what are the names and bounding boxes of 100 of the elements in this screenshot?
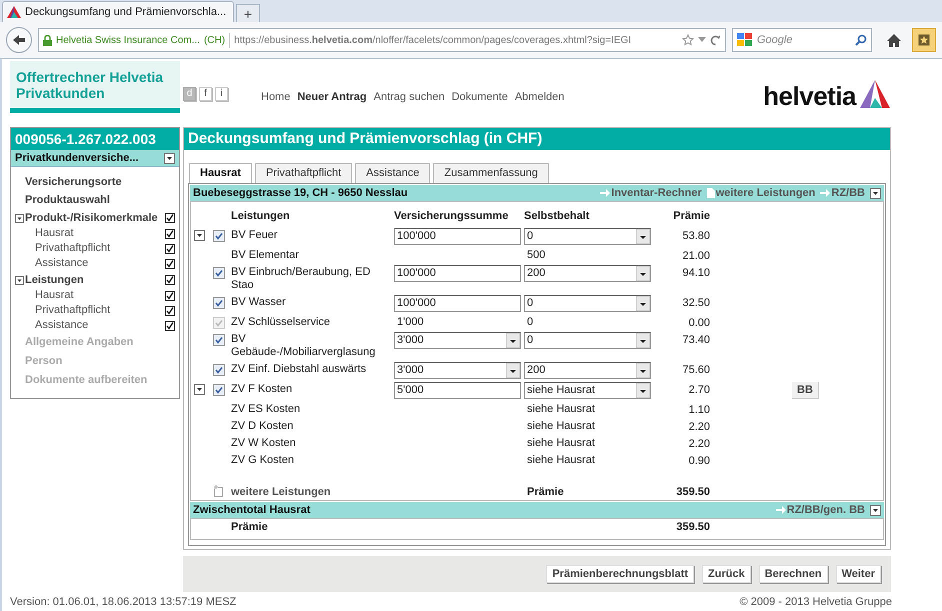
sidebar-item: Dokumente aufbereiten (24, 373, 148, 388)
nav-link[interactable]: Abmelden (514, 88, 564, 106)
action-button[interactable]: Zurück (702, 565, 751, 583)
app-title: Offertrechner Helvetia Privatkunden (16, 69, 164, 101)
premium-value: 21.00 (681, 248, 710, 262)
action-button[interactable]: Weiter (836, 565, 881, 583)
site-identity: Helvetia Swiss Insurance Com... (56, 34, 200, 48)
section-link[interactable]: weitere Leistungen (706, 184, 816, 202)
deductible-select[interactable]: siehe Hausrat (524, 382, 651, 398)
sum-insured-field[interactable]: 100'000 (394, 264, 521, 282)
sidebar-item: Person (24, 354, 64, 369)
deductible: siehe Hausrat (526, 418, 596, 432)
search-field[interactable]: Google (757, 32, 851, 48)
sum-insured-field[interactable]: 100'000 (394, 228, 521, 244)
deductible: 500 (526, 248, 546, 262)
action-button[interactable]: Prämienberechnungsblatt (546, 565, 694, 583)
new-tab-button[interactable]: + (236, 4, 260, 22)
sum-insured-select[interactable]: 3'000 (394, 362, 521, 378)
tab[interactable]: Privathaftpflicht (254, 163, 352, 183)
sidebar-subitem[interactable]: Assistance (35, 255, 165, 272)
deductible-select[interactable]: 0 (524, 228, 651, 244)
sum-insured-field[interactable]: 100'000 (394, 294, 521, 312)
section-link[interactable]: RZ/BB (820, 184, 865, 202)
tab-title: Deckungsumfang und Prämienvorschla... (25, 4, 226, 20)
address-bar[interactable]: Helvetia Swiss Insurance Com... (CH) https://ebusiness.helvetia.com/nloffer/facelets/common/pages/coverages.xhtml?sig=IEGI (38, 28, 726, 52)
sidebar-subitem[interactable]: Assistance (35, 317, 165, 334)
premium-value: 32.50 (681, 296, 710, 310)
deductible: siehe Hausrat (526, 436, 596, 450)
address-title: Buebeseggstrasse 19, CH - 9650 Nesslau (193, 186, 408, 201)
premium-value: 0.90 (688, 454, 710, 468)
coverage-name: BV Feuer (231, 228, 278, 242)
coverage-name: ZV Schlüsselservice (231, 314, 332, 328)
subtotal-title: Zwischentotal Hausrat (193, 502, 310, 518)
coverage-name: ZV ES Kosten (231, 402, 302, 416)
deductible: 0 (526, 314, 534, 328)
sidebar-subitem[interactable]: Privathaftpflicht (35, 240, 165, 257)
sum-insured-select[interactable]: 3'000 (394, 332, 521, 348)
coverage-name: ZV F Kosten (231, 382, 294, 396)
sidebar-item[interactable]: Produktauswahl (15, 191, 175, 209)
coverage-name: ZV G Kosten (231, 452, 295, 466)
search-bar[interactable]: Google (732, 28, 872, 52)
section-link[interactable]: RZ/BB/gen. BB (776, 502, 865, 518)
tab[interactable]: Assistance (355, 163, 430, 183)
sidebar-item[interactable]: Leistungen (25, 272, 165, 288)
site-country: (CH) (204, 32, 230, 48)
tab[interactable]: Zusammenfassung (433, 163, 549, 183)
premium-value: 1.10 (688, 402, 710, 416)
coverage-name: BV Elementar (231, 248, 300, 262)
premium-value: 2.20 (688, 420, 710, 434)
sum-insured: 1'000 (396, 314, 425, 328)
browser-tab[interactable]: Deckungsumfang und Prämienvorschla... (2, 1, 234, 22)
deductible-select[interactable]: 200 (524, 362, 651, 378)
more-services-link[interactable]: weitere Leistungen (231, 484, 394, 500)
premium-value: 53.80 (681, 228, 710, 242)
tab[interactable]: Hausrat (189, 163, 252, 183)
premium-value: 2.20 (688, 436, 710, 450)
column-header: Leistungen (231, 209, 291, 224)
nav-link[interactable]: Neuer Antrag (297, 88, 367, 106)
total-value: 359.50 (675, 484, 710, 500)
case-number: 009056-1.267.022.003 (11, 128, 179, 150)
nav-link[interactable]: Home (261, 88, 290, 106)
bb-button[interactable]: BB (792, 382, 819, 398)
version-text: Version: 01.06.01, 18.06.2013 13:57:19 MESZ (10, 594, 236, 610)
coverage-name: BV Wasser (231, 294, 287, 308)
url-text: https://ebusiness.helvetia.com/nloffer/facelets/common/pages/coverages.xhtml?sig=IEGI (234, 34, 632, 48)
logo-wordmark: helvetia (763, 82, 856, 108)
deductible: siehe Hausrat (526, 402, 596, 416)
nav-link[interactable]: Dokumente (452, 88, 508, 106)
column-header: Prämie (672, 209, 710, 224)
subtotal-label: Prämie (231, 520, 269, 535)
deductible-select[interactable]: 0 (524, 294, 651, 312)
premium-value: 2.70 (688, 382, 710, 396)
product-selector[interactable]: Privatkundenversiche... (11, 150, 179, 167)
sidebar-subitem[interactable]: Hausrat (35, 287, 165, 304)
subtotal-value: 359.50 (675, 520, 710, 535)
page-title: Deckungsumfang und Prämienvorschlag (in CHF) (184, 128, 890, 150)
sidebar-subitem[interactable]: Hausrat (35, 225, 165, 242)
deductible-select[interactable]: 0 (524, 332, 651, 348)
sidebar-item[interactable]: Versicherungsorte (15, 173, 175, 191)
coverage-name: ZV D Kosten (231, 418, 294, 432)
sidebar-subitem[interactable]: Privathaftpflicht (35, 302, 165, 319)
sum-insured-field[interactable]: 5'000 (394, 382, 521, 398)
copyright-text: © 2009 - 2013 Helvetia Gruppe (740, 594, 892, 610)
language-button[interactable]: i (215, 87, 228, 101)
action-button[interactable]: Berechnen (758, 565, 828, 583)
premium-value: 73.40 (681, 332, 710, 346)
premium-value: 0.00 (688, 316, 710, 330)
deductible-select[interactable]: 200 (524, 264, 651, 282)
coverage-name: ZV Einf. Diebstahl auswärts (231, 362, 368, 376)
coverage-name: ZV W Kosten (231, 436, 297, 450)
section-link[interactable]: Inventar-Rechner (600, 184, 702, 202)
deductible: siehe Hausrat (526, 452, 596, 466)
language-button[interactable]: f (199, 87, 212, 101)
coverage-name: BV Einbruch/Beraubung, ED Stao (231, 264, 372, 292)
nav-link[interactable]: Antrag suchen (374, 88, 445, 106)
sidebar-item[interactable]: Produkt-/Risikomerkmale (25, 210, 165, 226)
column-header: Selbstbehalt (524, 209, 590, 224)
sidebar-item: Allgemeine Angaben (24, 335, 134, 350)
premium-value: 75.60 (681, 362, 710, 376)
premium-value: 94.10 (681, 266, 710, 280)
